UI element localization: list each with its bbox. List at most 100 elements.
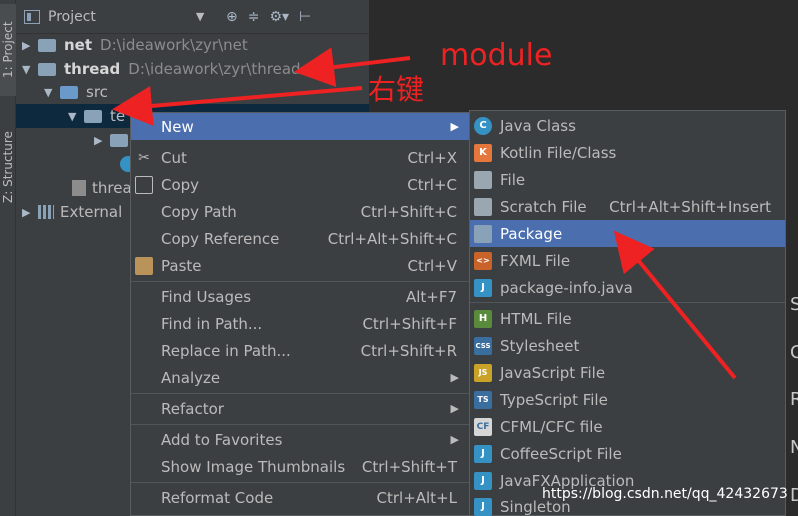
menu-separator bbox=[131, 424, 469, 425]
submenu-arrow-icon: ▶ bbox=[450, 402, 459, 415]
hide-panel-icon[interactable]: ⊢ bbox=[299, 9, 311, 25]
menu-item-shortcut: Ctrl+X bbox=[407, 148, 457, 167]
submenu-item-javascript-file[interactable]: JS JavaScript File bbox=[470, 359, 785, 386]
submenu-item-file[interactable]: File bbox=[470, 166, 785, 193]
editor-edge-text: R bbox=[790, 389, 798, 410]
submenu-item-label: JavaScript File bbox=[500, 363, 606, 382]
menu-item-label: Reformat Code bbox=[161, 488, 274, 507]
chevron-down-icon[interactable]: ▼ bbox=[196, 10, 204, 23]
expand-arrow-icon[interactable]: ▶ bbox=[22, 206, 38, 219]
scroll-from-source-icon[interactable]: ⊕ bbox=[226, 9, 238, 25]
tree-item-path: D:\ideawork\zyr\thread bbox=[128, 60, 301, 78]
fxml-file-icon: <> bbox=[474, 251, 492, 270]
submenu-item-cfml-file[interactable]: CF CFML/CFC file bbox=[470, 413, 785, 440]
submenu-item-label: Stylesheet bbox=[500, 336, 580, 355]
module-folder-icon bbox=[38, 38, 56, 52]
menu-item-analyze[interactable]: Analyze ▶ bbox=[131, 364, 469, 391]
menu-item-reformat-code[interactable]: Reformat Code Ctrl+Alt+L bbox=[131, 484, 469, 511]
submenu-item-package[interactable]: Package bbox=[470, 220, 785, 247]
submenu-item-typescript-file[interactable]: TS TypeScript File bbox=[470, 386, 785, 413]
menu-item-copy-path[interactable]: Copy Path Ctrl+Shift+C bbox=[131, 198, 469, 225]
submenu-item-shortcut: Ctrl+Alt+Shift+Insert bbox=[609, 197, 771, 216]
panel-toolbar: ⊕ ≑ ⚙▾ ⊢ bbox=[226, 9, 311, 25]
collapse-arrow-icon[interactable]: ▼ bbox=[44, 86, 60, 99]
library-icon bbox=[38, 205, 54, 219]
menu-separator bbox=[131, 281, 469, 282]
menu-item-label: Find Usages bbox=[161, 287, 252, 306]
menu-item-label: Find in Path... bbox=[161, 314, 263, 333]
tree-item-label: net bbox=[64, 36, 93, 54]
submenu-item-label: CoffeeScript File bbox=[500, 444, 622, 463]
menu-item-shortcut: Ctrl+V bbox=[407, 256, 457, 275]
clipboard-icon bbox=[135, 256, 153, 275]
collapse-all-icon[interactable]: ≑ bbox=[248, 9, 260, 25]
menu-item-find-in-path[interactable]: Find in Path... Ctrl+Shift+F bbox=[131, 310, 469, 337]
menu-item-new[interactable]: New ▶ bbox=[131, 113, 469, 140]
submenu-item-fxml-file[interactable]: <> FXML File bbox=[470, 247, 785, 274]
menu-item-shortcut: Ctrl+Shift+C bbox=[360, 202, 457, 221]
tree-item-external-libraries[interactable]: ▶ External bbox=[22, 200, 122, 224]
package-folder-icon bbox=[474, 224, 492, 243]
package-folder-icon bbox=[110, 133, 128, 147]
file-icon bbox=[474, 170, 492, 189]
menu-item-shortcut: Ctrl+Shift+T bbox=[361, 457, 457, 476]
tree-item-thread[interactable]: ▼ thread D:\ideawork\zyr\thread bbox=[22, 57, 301, 81]
menu-separator bbox=[131, 393, 469, 394]
editor-edge-text: N bbox=[790, 437, 798, 458]
cfml-file-icon: CF bbox=[474, 417, 492, 436]
menu-item-label: Copy Reference bbox=[161, 229, 280, 248]
module-folder-icon bbox=[38, 62, 56, 76]
iml-file-icon bbox=[72, 180, 86, 196]
submenu-item-html-file[interactable]: H HTML File bbox=[470, 305, 785, 332]
menu-item-find-usages[interactable]: Find Usages Alt+F7 bbox=[131, 283, 469, 310]
submenu-item-label: CFML/CFC file bbox=[500, 417, 603, 436]
menu-item-cut[interactable]: ✂ Cut Ctrl+X bbox=[131, 144, 469, 171]
collapse-arrow-icon[interactable]: ▼ bbox=[22, 63, 38, 76]
scratch-file-icon bbox=[474, 197, 492, 216]
css-file-icon: CSS bbox=[474, 336, 492, 355]
menu-item-label: Replace in Path... bbox=[161, 341, 291, 360]
submenu-item-label: TypeScript File bbox=[500, 390, 608, 409]
menu-item-replace-in-path[interactable]: Replace in Path... Ctrl+Shift+R bbox=[131, 337, 469, 364]
submenu-item-package-info[interactable]: J package-info.java bbox=[470, 274, 785, 301]
scissors-icon: ✂ bbox=[138, 149, 150, 166]
menu-item-show-image-thumbnails[interactable]: Show Image Thumbnails Ctrl+Shift+T bbox=[131, 453, 469, 480]
expand-arrow-icon[interactable]: ▶ bbox=[22, 39, 38, 52]
gear-icon[interactable]: ⚙▾ bbox=[269, 9, 289, 25]
submenu-item-label: HTML File bbox=[500, 309, 572, 328]
java-file-icon: J bbox=[474, 278, 492, 297]
menu-item-label: Copy bbox=[161, 175, 200, 194]
panel-title[interactable]: Project bbox=[48, 9, 96, 25]
menu-item-add-to-favorites[interactable]: Add to Favorites ▶ bbox=[131, 426, 469, 453]
submenu-item-stylesheet[interactable]: CSS Stylesheet bbox=[470, 332, 785, 359]
tree-item-iml[interactable]: threa bbox=[72, 176, 132, 200]
menu-item-shortcut: Ctrl+Alt+Shift+C bbox=[327, 229, 457, 248]
tab-project[interactable]: 1: Project bbox=[0, 4, 16, 96]
submenu-item-java-class[interactable]: C Java Class bbox=[470, 112, 785, 139]
submenu-item-label: Kotlin File/Class bbox=[500, 143, 617, 162]
menu-separator bbox=[470, 302, 785, 303]
tab-structure[interactable]: Z: Structure bbox=[0, 126, 16, 208]
tree-item-net[interactable]: ▶ net D:\ideawork\zyr\net bbox=[22, 33, 248, 57]
tree-item-src[interactable]: ▼ src bbox=[44, 80, 108, 104]
menu-item-label: Add to Favorites bbox=[161, 430, 283, 449]
menu-item-label: New bbox=[161, 117, 194, 136]
submenu-item-label: Package bbox=[500, 224, 563, 243]
menu-item-shortcut: Ctrl+Shift+F bbox=[362, 314, 457, 333]
submenu-item-scratch-file[interactable]: Scratch File Ctrl+Alt+Shift+Insert bbox=[470, 193, 785, 220]
editor-edge-text: D bbox=[790, 485, 798, 506]
java-file-icon: J bbox=[474, 497, 492, 516]
menu-item-paste[interactable]: Paste Ctrl+V bbox=[131, 252, 469, 279]
watermark: https://blog.csdn.net/qq_42432673 bbox=[542, 486, 788, 502]
menu-item-copy[interactable]: Copy Ctrl+C bbox=[131, 171, 469, 198]
menu-item-refactor[interactable]: Refactor ▶ bbox=[131, 395, 469, 422]
expand-arrow-icon[interactable]: ▶ bbox=[94, 134, 110, 147]
new-submenu: C Java Class K Kotlin File/Class File Sc… bbox=[469, 110, 786, 516]
menu-item-copy-reference[interactable]: Copy Reference Ctrl+Alt+Shift+C bbox=[131, 225, 469, 252]
menu-item-label: Cut bbox=[161, 148, 187, 167]
collapse-arrow-icon[interactable]: ▼ bbox=[68, 110, 84, 123]
package-folder-icon bbox=[84, 109, 102, 123]
submenu-item-coffeescript-file[interactable]: J CoffeeScript File bbox=[470, 440, 785, 467]
submenu-item-kotlin-file[interactable]: K Kotlin File/Class bbox=[470, 139, 785, 166]
tree-item-label: src bbox=[86, 83, 108, 101]
